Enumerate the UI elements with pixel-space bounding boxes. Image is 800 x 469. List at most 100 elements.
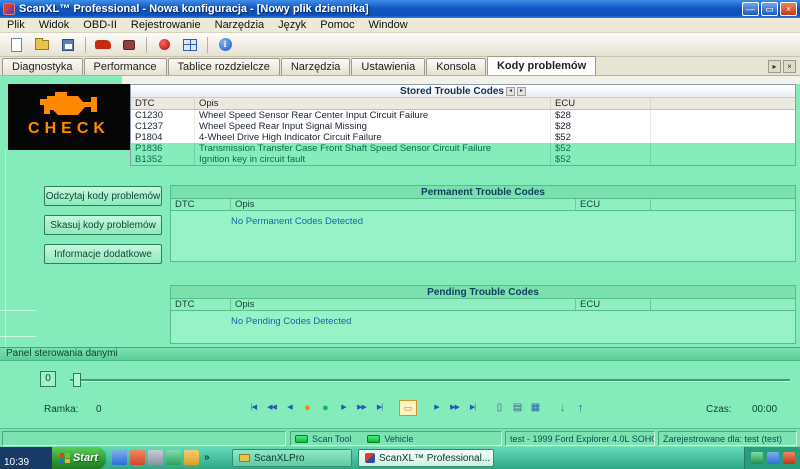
pending-codes-table: Pending Trouble Codes DTC Opis ECU No Pe… (170, 285, 796, 344)
menu-narzedzia[interactable]: Narzędzia (208, 19, 272, 31)
vehicle-led (367, 435, 380, 443)
new-log-button[interactable]: ▯ (492, 400, 507, 416)
tab-konsola[interactable]: Konsola (426, 58, 486, 75)
col-header-ecu[interactable]: ECU (576, 299, 651, 310)
minimize-button[interactable]: — (742, 2, 759, 16)
go-end-button[interactable]: ▶| (465, 400, 480, 416)
menu-rejestrowanie[interactable]: Rejestrowanie (124, 19, 208, 31)
col-header-blank (651, 299, 795, 310)
menu-pomoc[interactable]: Pomoc (313, 19, 361, 31)
rewind-button[interactable]: ◀◀ (264, 400, 279, 416)
scanxl-window: ScanXL™ Professional - Nowa konfiguracja… (0, 0, 800, 469)
skip-end-button[interactable]: ▶| (372, 400, 387, 416)
col-header-opis[interactable]: Opis (231, 199, 576, 210)
col-header-opis[interactable]: Opis (231, 299, 576, 310)
save-file-button[interactable] (56, 35, 80, 55)
table-row[interactable]: B1352 Ignition key in circuit fault $52 (131, 154, 795, 165)
stored-codes-title: Stored Trouble Codes (400, 86, 504, 97)
no-pending-codes-text: No Pending Codes Detected (171, 311, 795, 327)
live-button[interactable]: ● (318, 400, 333, 416)
save-log-button[interactable]: ▦ (528, 400, 543, 416)
artifact-line (0, 336, 36, 337)
menu-widok[interactable]: Widok (32, 19, 77, 31)
table-row[interactable]: P1836 Transmission Transfer Case Front S… (131, 143, 795, 154)
skip-start-button[interactable]: |◀ (246, 400, 261, 416)
col-header-dtc[interactable]: DTC (171, 299, 231, 310)
col-header-dtc[interactable]: DTC (131, 98, 195, 109)
menu-window[interactable]: Window (362, 19, 415, 31)
quick-launch-icon[interactable] (184, 450, 199, 465)
open-log-button[interactable]: ▤ (510, 400, 525, 416)
close-button[interactable]: × (780, 2, 797, 16)
menu-obd2[interactable]: OBD-II (76, 19, 124, 31)
step-back-button[interactable]: ◀ (282, 400, 297, 416)
menu-jezyk[interactable]: Język (271, 19, 313, 31)
open-file-button[interactable] (30, 35, 54, 55)
new-file-button[interactable] (4, 35, 28, 55)
playback-slider-track[interactable] (70, 379, 790, 382)
read-codes-button[interactable]: Odczytaj kody problemów (44, 186, 162, 206)
col-header-dtc[interactable]: DTC (171, 199, 231, 210)
taskbar-button-scanxlpro-folder[interactable]: ScanXLPro (232, 449, 352, 467)
task-button-label: ScanXL™ Professional... (379, 453, 490, 464)
col-header-ecu[interactable]: ECU (576, 199, 651, 210)
taskbar-button-scanxl-app[interactable]: ScanXL™ Professional... (358, 449, 494, 467)
tab-ustawienia[interactable]: Ustawienia (351, 58, 425, 75)
permanent-codes-title: Permanent Trouble Codes (171, 186, 795, 199)
permanent-codes-body: No Permanent Codes Detected (171, 211, 795, 261)
vehicle-label: Vehicle (384, 434, 413, 444)
app-icon (365, 453, 375, 463)
table-row[interactable]: C1237 Wheel Speed Rear Input Signal Miss… (131, 121, 795, 132)
connect-vehicle-button[interactable] (91, 35, 115, 55)
tab-narzedzia[interactable]: Narzędzia (281, 58, 351, 75)
fast-forward-button[interactable]: ▶▶ (447, 400, 462, 416)
tab-diagnostyka[interactable]: Diagnostyka (2, 58, 83, 75)
play-button[interactable]: ▶ (429, 400, 444, 416)
tray-icon[interactable] (751, 452, 763, 464)
quick-launch-icon[interactable] (148, 450, 163, 465)
info-button[interactable] (213, 35, 237, 55)
cell-dtc: C1237 (131, 121, 195, 132)
pending-header-row: DTC Opis ECU (171, 299, 795, 311)
tab-close-icon[interactable]: × (783, 60, 796, 73)
start-button[interactable]: Start (52, 447, 106, 469)
export-button[interactable]: ↓ (555, 400, 570, 416)
cell-blank (651, 121, 795, 132)
scan-tool-led (295, 435, 308, 443)
quick-launch-icon[interactable] (166, 450, 181, 465)
scan-tool-button[interactable] (117, 35, 141, 55)
tray-icon[interactable] (767, 452, 779, 464)
check-engine-label: CHECK (28, 119, 110, 139)
quick-launch-icon[interactable] (130, 450, 145, 465)
col-header-opis[interactable]: Opis (195, 98, 551, 109)
dashboards-button[interactable] (178, 35, 202, 55)
record-session-button[interactable] (152, 35, 176, 55)
obd-plug-icon (123, 40, 135, 50)
clear-codes-button[interactable]: Skasuj kody problemów (44, 215, 162, 235)
col-header-ecu[interactable]: ECU (551, 98, 651, 109)
tray-icon[interactable] (783, 452, 795, 464)
scroll-right-icon[interactable]: ▸ (517, 87, 526, 96)
quick-launch-more-icon[interactable]: » (204, 452, 210, 463)
app-icon (3, 3, 15, 15)
import-button[interactable]: ↑ (573, 400, 588, 416)
step-forward-button[interactable]: ▶ (336, 400, 351, 416)
table-row[interactable]: P1804 4-Wheel Drive High Indicator Circu… (131, 132, 795, 143)
restore-button[interactable]: ▭ (761, 2, 778, 16)
browse-folder-button[interactable]: ▭ (399, 400, 417, 416)
quick-launch-icon[interactable] (112, 450, 127, 465)
tab-bar: Diagnostyka Performance Tablice rozdziel… (0, 57, 800, 76)
table-row[interactable]: C1230 Wheel Speed Sensor Rear Center Inp… (131, 110, 795, 121)
record-button[interactable]: ● (300, 400, 315, 416)
tab-performance[interactable]: Performance (84, 58, 167, 75)
cell-opis: Wheel Speed Sensor Rear Center Input Cir… (195, 110, 551, 121)
menu-plik[interactable]: Plik (0, 19, 32, 31)
menu-bar: Plik Widok OBD-II Rejestrowanie Narzędzi… (0, 18, 800, 33)
tab-scroll-icon[interactable]: ▸ (768, 60, 781, 73)
tab-tablice-rozdzielcze[interactable]: Tablice rozdzielcze (168, 58, 280, 75)
playback-slider-thumb[interactable] (73, 373, 81, 387)
scroll-left-icon[interactable]: ◂ (506, 87, 515, 96)
additional-info-button[interactable]: Informacje dodatkowe (44, 244, 162, 264)
tab-kody-problemow[interactable]: Kody problemów (487, 56, 596, 75)
forward-button[interactable]: ▶▶ (354, 400, 369, 416)
